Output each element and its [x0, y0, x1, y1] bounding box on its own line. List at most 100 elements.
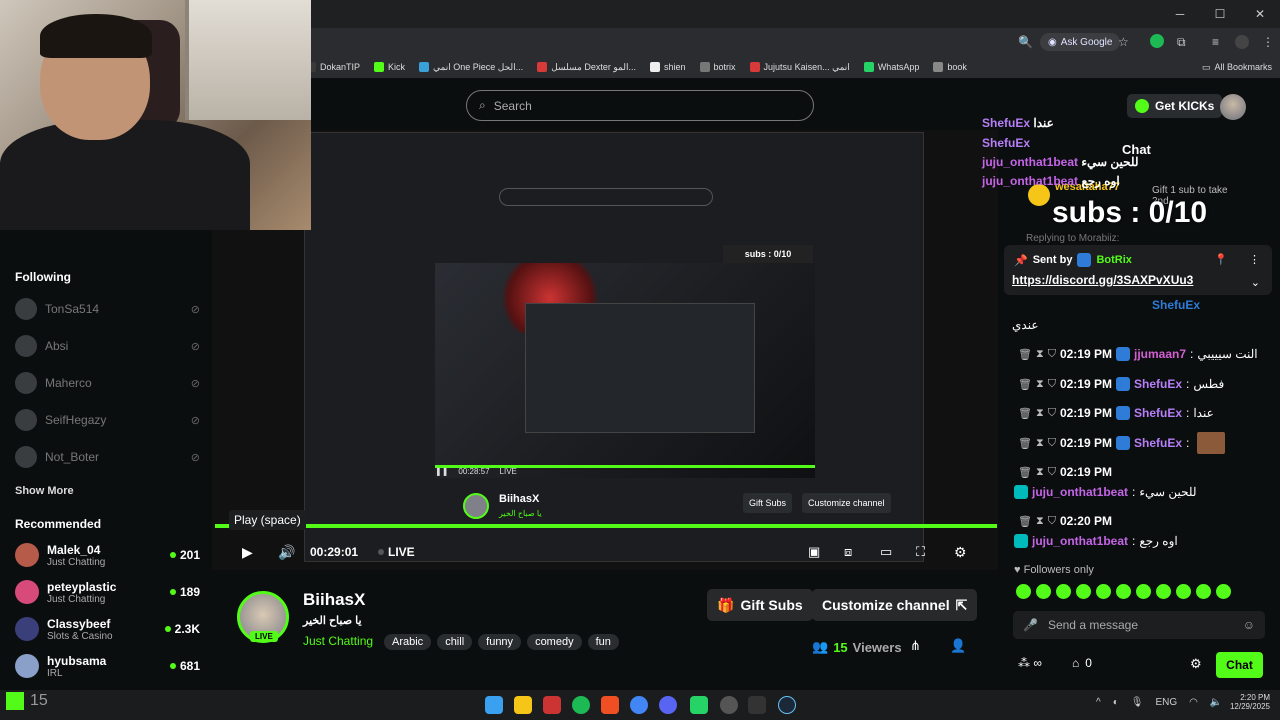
tag-pill[interactable]: fun [587, 634, 619, 650]
chat-username[interactable]: ShefuEx [1134, 406, 1182, 420]
chat-message-input[interactable]: 🎤 Send a message ☺ [1013, 611, 1265, 639]
delete-icon[interactable]: 🗑 [1018, 437, 1032, 450]
following-item[interactable]: Not_Boter ⊘ [15, 446, 200, 468]
close-icon[interactable]: ✕ [1240, 0, 1280, 28]
wifi-icon[interactable]: ◠ [1189, 697, 1198, 708]
bookmark-item[interactable]: botrix [699, 62, 736, 72]
emote-icon[interactable] [1156, 584, 1171, 599]
chat-username[interactable]: ShefuEx [1134, 377, 1182, 391]
chat-message[interactable]: 🗑 ⧗ ⛉ 02:19 PM ShefuEx: [1018, 432, 1226, 454]
bookmark-item[interactable]: انمي One Piece الحل... [419, 62, 523, 73]
tag-pill[interactable]: Arabic [384, 634, 432, 650]
timeout-icon[interactable]: ⧗ [1036, 407, 1044, 420]
emote-icon[interactable] [1176, 584, 1191, 599]
customize-channel-button[interactable]: Customize channel ⇱ [812, 589, 978, 621]
obs-icon[interactable] [720, 696, 738, 714]
language-indicator[interactable]: ENG [1155, 697, 1177, 708]
timeout-icon[interactable]: ⧗ [1036, 348, 1044, 361]
streamer-name[interactable]: BiihasX [303, 590, 365, 610]
tabs-icon[interactable]: ≡ [1212, 35, 1219, 49]
brave-icon[interactable] [601, 696, 619, 714]
bookmark-item[interactable]: shien [650, 62, 686, 72]
delete-icon[interactable]: 🗑 [1018, 407, 1032, 420]
follow-user-icon[interactable]: 👤 [950, 638, 966, 654]
extension-icon[interactable] [1150, 34, 1164, 48]
show-more-button[interactable]: Show More [15, 485, 74, 497]
recommended-item[interactable]: peteyplastic Just Chatting 189 [15, 575, 200, 609]
bookmark-item[interactable]: book [933, 62, 967, 72]
spotify-icon[interactable] [572, 696, 590, 714]
emote-icon[interactable] [1216, 584, 1231, 599]
chat-username[interactable]: juju_onthat1beat [1032, 534, 1128, 548]
following-item[interactable]: SeifHegazy ⊘ [15, 409, 200, 431]
app-icon[interactable] [543, 696, 561, 714]
play-icon[interactable]: ▶ [242, 544, 253, 561]
timeout-icon[interactable]: ⧗ [1036, 378, 1044, 391]
video-player[interactable]: ❚❚ 00:28:57 LIVE BiihasX يا صباح الخير G… [212, 130, 998, 570]
kick-taskbar-icon[interactable] [6, 692, 24, 710]
recommended-item[interactable]: Malek_04 Just Chatting 201 [15, 538, 200, 572]
pinned-menu-icon[interactable]: ⋮ [1249, 253, 1260, 266]
following-item[interactable]: Absi ⊘ [15, 335, 200, 357]
gift-counter[interactable]: ⌂ 0 [1072, 656, 1092, 670]
delete-icon[interactable]: 🗑 [1018, 515, 1032, 528]
emote-icon[interactable] [1016, 584, 1031, 599]
ask-google-button[interactable]: ◉ Ask Google [1040, 33, 1121, 51]
whatsapp-icon[interactable] [690, 696, 708, 714]
minimize-icon[interactable]: ─ [1160, 0, 1200, 28]
tray-mic-icon[interactable]: 🎙 [1131, 697, 1144, 708]
chat-message[interactable]: 🗑 ⧗ ⛉ 02:19 PM [1018, 461, 1112, 483]
menu-icon[interactable]: ⋮ [1262, 35, 1274, 49]
all-bookmarks-button[interactable]: ▭ All Bookmarks [1202, 56, 1272, 78]
timeout-icon[interactable]: ⧗ [1036, 515, 1044, 528]
gift-subs-button[interactable]: 🎁 Gift Subs [707, 589, 813, 621]
start-icon[interactable] [485, 696, 503, 714]
clip-icon[interactable]: ▣ [808, 544, 820, 560]
explorer-icon[interactable] [514, 696, 532, 714]
video-progress-bar[interactable] [215, 524, 997, 528]
zoom-icon[interactable]: 🔍 [1018, 35, 1033, 49]
tag-pill[interactable]: chill [437, 634, 473, 650]
epic-icon[interactable] [748, 696, 766, 714]
discord-icon[interactable] [659, 696, 677, 714]
bookmark-item[interactable]: Kick [374, 62, 405, 72]
following-item[interactable]: TonSa514 ⊘ [15, 298, 200, 320]
chat-message-body[interactable]: juju_onthat1beat: اوه رجع [1014, 530, 1178, 552]
bookmark-item[interactable]: مسلسل Dexter المو... [537, 62, 636, 73]
maximize-icon[interactable]: ☐ [1200, 0, 1240, 28]
delete-icon[interactable]: 🗑 [1018, 466, 1032, 479]
star-icon[interactable]: ☆ [1118, 35, 1129, 49]
tray-app-icon[interactable]: ◐ [1113, 697, 1119, 708]
chat-message[interactable]: 🗑 ⧗ ⛉ 02:19 PM ShefuEx: عندا [1018, 402, 1214, 424]
emote-icon[interactable] [1136, 584, 1151, 599]
emote-icon[interactable] [1076, 584, 1091, 599]
emoji-icon[interactable]: ☺ [1243, 618, 1255, 632]
unpin-icon[interactable]: 📍 [1214, 253, 1228, 266]
chat-message-body[interactable]: juju_onthat1beat: للحين سيء [1014, 481, 1197, 503]
stream-category[interactable]: Just Chatting [303, 634, 373, 648]
share-icon[interactable]: ⋔ [910, 638, 921, 654]
chat-message[interactable]: 🗑 ⧗ ⛉ 02:19 PM ShefuEx: فطس [1018, 373, 1224, 395]
tray-chevron-icon[interactable]: ^ [1096, 697, 1101, 708]
clock[interactable]: 2:20 PM 12/29/2025 [1224, 693, 1270, 711]
chat-send-button[interactable]: Chat [1216, 652, 1263, 678]
tag-pill[interactable]: comedy [527, 634, 582, 650]
steam-icon[interactable] [778, 696, 796, 714]
bookmark-item[interactable]: DokanTIP [306, 62, 360, 72]
recommended-item[interactable]: Classybeef Slots & Casino 2.3K [15, 612, 200, 646]
speaker-icon[interactable]: 🔈 [1210, 697, 1222, 708]
timeout-icon[interactable]: ⧗ [1036, 437, 1044, 450]
emote-bar[interactable] [1016, 584, 1236, 604]
chrome-icon[interactable] [630, 696, 648, 714]
chat-username[interactable]: jjumaan7 [1134, 347, 1186, 361]
get-kicks-button[interactable]: Get KICKs [1127, 94, 1223, 118]
user-avatar[interactable] [1220, 94, 1246, 120]
chat-username[interactable]: juju_onthat1beat [1032, 485, 1128, 499]
puzzle-icon[interactable]: ⧉ [1177, 35, 1186, 50]
theater-icon[interactable]: ⧈ [844, 544, 852, 560]
bookmark-item[interactable]: Jujutsu Kaisen... انمي [749, 62, 850, 73]
tag-pill[interactable]: funny [478, 634, 522, 650]
chat-username[interactable]: ShefuEx [1134, 436, 1182, 450]
search-input[interactable]: ⌕ Search [466, 90, 814, 121]
delete-icon[interactable]: 🗑 [1018, 378, 1032, 391]
